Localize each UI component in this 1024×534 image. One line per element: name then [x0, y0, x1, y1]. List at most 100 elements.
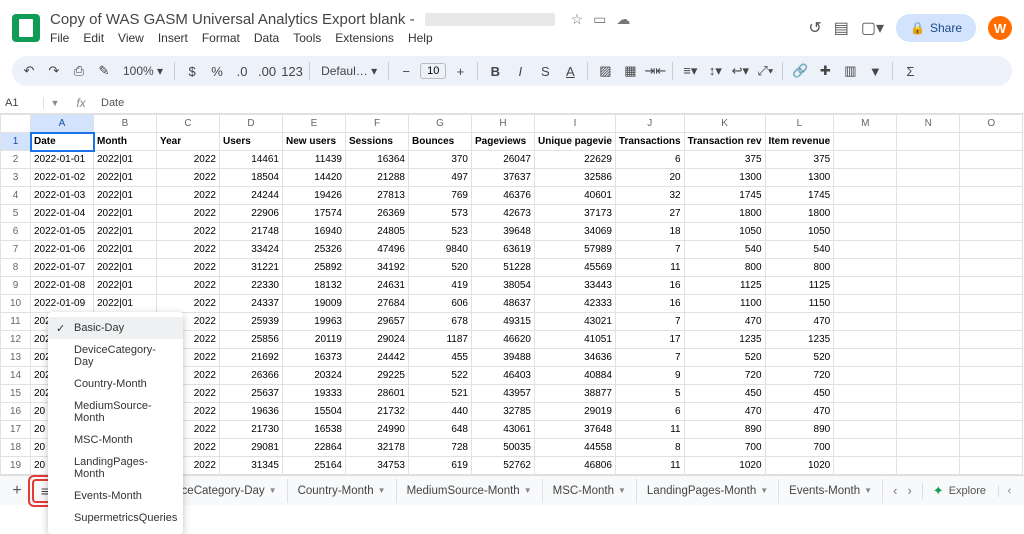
undo-icon[interactable]: ↶ [18, 60, 40, 82]
cell[interactable] [897, 367, 960, 385]
cell[interactable]: 39488 [472, 349, 535, 367]
sheet-menu-item[interactable]: SupermetricsQueries [48, 507, 183, 529]
menu-data[interactable]: Data [254, 31, 279, 45]
cell[interactable]: 573 [409, 205, 472, 223]
header-cell[interactable]: Transactions [615, 133, 684, 151]
header-cell[interactable] [897, 133, 960, 151]
cell[interactable]: 22906 [220, 205, 283, 223]
cell[interactable]: 2022-01-03 [31, 187, 94, 205]
cell[interactable]: 29081 [220, 439, 283, 457]
header-cell[interactable] [834, 133, 897, 151]
cell[interactable]: 34636 [535, 349, 616, 367]
col-header-F[interactable]: F [346, 115, 409, 133]
cell[interactable] [897, 151, 960, 169]
cloud-icon[interactable]: ☁ [616, 11, 630, 28]
cell[interactable] [834, 331, 897, 349]
row-header[interactable]: 1 [1, 133, 31, 151]
cell[interactable]: 497 [409, 169, 472, 187]
cell[interactable]: 50035 [472, 439, 535, 457]
menu-format[interactable]: Format [202, 31, 240, 45]
cell[interactable]: 2022-01-04 [31, 205, 94, 223]
header-cell[interactable]: Pageviews [472, 133, 535, 151]
increase-decimal-icon[interactable]: .00 [256, 60, 278, 82]
cell[interactable]: 40601 [535, 187, 616, 205]
cell[interactable]: 21730 [220, 421, 283, 439]
cell[interactable] [897, 169, 960, 187]
cell[interactable]: 2022|01 [94, 295, 157, 313]
cell[interactable] [960, 205, 1023, 223]
row-header[interactable]: 4 [1, 187, 31, 205]
cell[interactable]: 17574 [283, 205, 346, 223]
cell[interactable]: 32178 [346, 439, 409, 457]
cell[interactable] [897, 421, 960, 439]
name-box[interactable]: A1 [0, 97, 44, 109]
cell[interactable]: 32 [615, 187, 684, 205]
sheet-tab[interactable]: Events-Month▼ [779, 479, 883, 503]
cell[interactable]: 24805 [346, 223, 409, 241]
cell[interactable]: 33443 [535, 277, 616, 295]
cell[interactable]: 800 [765, 259, 834, 277]
cell[interactable]: 11 [615, 457, 684, 475]
add-sheet-button[interactable]: + [4, 479, 30, 503]
tab-caret-icon[interactable]: ▼ [378, 486, 386, 495]
header-cell[interactable] [960, 133, 1023, 151]
cell[interactable]: 2022|01 [94, 169, 157, 187]
cell[interactable]: 375 [765, 151, 834, 169]
header-cell[interactable]: Users [220, 133, 283, 151]
cell[interactable]: 1100 [684, 295, 765, 313]
cell[interactable]: 40884 [535, 367, 616, 385]
cell[interactable]: 20324 [283, 367, 346, 385]
cell[interactable]: 470 [684, 403, 765, 421]
sheet-tab[interactable]: MSC-Month▼ [543, 479, 637, 503]
star-icon[interactable]: ☆ [571, 11, 584, 28]
cell[interactable] [897, 349, 960, 367]
cell[interactable]: 522 [409, 367, 472, 385]
cell[interactable]: 6 [615, 151, 684, 169]
cell[interactable]: 7 [615, 313, 684, 331]
cell[interactable] [960, 331, 1023, 349]
cell[interactable]: 25637 [220, 385, 283, 403]
sheet-menu-item[interactable]: Basic-Day [48, 317, 183, 339]
row-header[interactable]: 14 [1, 367, 31, 385]
cell[interactable]: 540 [765, 241, 834, 259]
cell[interactable]: 648 [409, 421, 472, 439]
cell[interactable]: 21748 [220, 223, 283, 241]
text-color-icon[interactable]: A [559, 60, 581, 82]
namebox-dropdown[interactable]: ▼ [44, 92, 66, 114]
cell[interactable]: 19009 [283, 295, 346, 313]
cell[interactable] [960, 457, 1023, 475]
more-formats-icon[interactable]: 123 [281, 60, 303, 82]
currency-icon[interactable]: $ [181, 60, 203, 82]
cell[interactable]: 24442 [346, 349, 409, 367]
cell[interactable]: 2022|01 [94, 223, 157, 241]
cell[interactable]: 38054 [472, 277, 535, 295]
cell[interactable]: 375 [684, 151, 765, 169]
col-header-H[interactable]: H [472, 115, 535, 133]
col-header-A[interactable]: A [31, 115, 94, 133]
sheet-tab[interactable]: MediumSource-Month▼ [397, 479, 543, 503]
cell[interactable]: 18 [615, 223, 684, 241]
cell[interactable]: 24990 [346, 421, 409, 439]
cell[interactable] [960, 313, 1023, 331]
cell[interactable]: 29225 [346, 367, 409, 385]
cell[interactable]: 9840 [409, 241, 472, 259]
cell[interactable] [897, 331, 960, 349]
formula-input[interactable]: Date [96, 97, 1024, 109]
cell[interactable]: 520 [409, 259, 472, 277]
cell[interactable]: 37648 [535, 421, 616, 439]
cell[interactable]: 24244 [220, 187, 283, 205]
functions-icon[interactable]: Σ [899, 60, 921, 82]
cell[interactable]: 19963 [283, 313, 346, 331]
cell[interactable]: 1800 [684, 205, 765, 223]
row-header[interactable]: 7 [1, 241, 31, 259]
col-header-N[interactable]: N [897, 115, 960, 133]
cell[interactable]: 43021 [535, 313, 616, 331]
cell[interactable]: 22629 [535, 151, 616, 169]
cell[interactable]: 1235 [684, 331, 765, 349]
cell[interactable]: 370 [409, 151, 472, 169]
cell[interactable]: 37637 [472, 169, 535, 187]
cell[interactable]: 17 [615, 331, 684, 349]
cell[interactable]: 890 [765, 421, 834, 439]
row-header[interactable]: 13 [1, 349, 31, 367]
cell[interactable]: 1125 [684, 277, 765, 295]
